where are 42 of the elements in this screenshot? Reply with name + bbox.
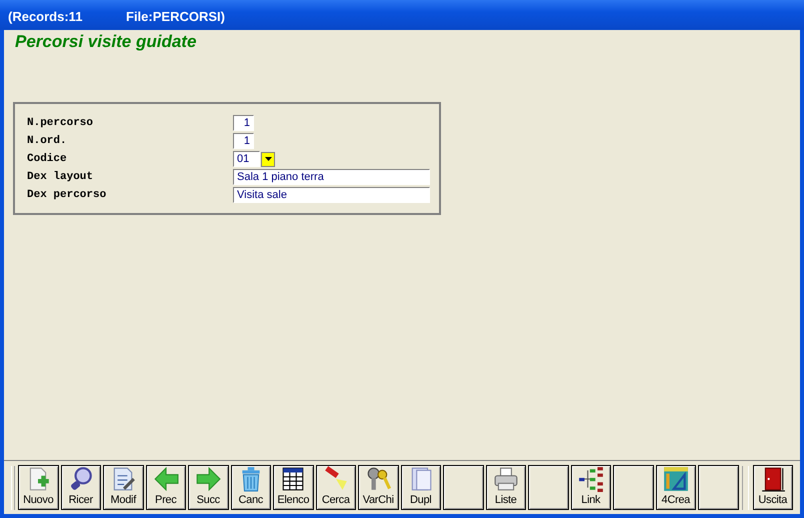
toolbar-button[interactable]	[528, 465, 568, 510]
field-label: Codice	[27, 153, 68, 165]
toolbar-button[interactable]: Elenco	[273, 465, 314, 510]
toolbar-button[interactable]: Succ	[188, 465, 228, 510]
caret-icon	[264, 157, 272, 161]
hierarchy-icon	[578, 466, 604, 492]
field-label: Dex percorso	[27, 189, 108, 201]
toolbar-button[interactable]	[613, 465, 654, 510]
door-icon	[760, 466, 786, 492]
left-arrow-icon	[152, 466, 179, 492]
toolbar-button[interactable]: Prec	[146, 465, 186, 510]
toolbar-button[interactable]	[443, 465, 484, 510]
combo-field[interactable]: 01	[233, 151, 260, 167]
field-label: N.ord.	[27, 135, 68, 147]
input-field[interactable]: Sala 1 piano terra	[233, 169, 430, 185]
toolbar-button[interactable]: Dupl	[400, 465, 441, 510]
toolbar-button[interactable]	[698, 465, 738, 510]
toolbar-button[interactable]: Link	[570, 465, 611, 510]
right-arrow-icon	[195, 466, 222, 492]
toolbar-button[interactable]: Canc	[230, 465, 271, 510]
table-icon	[280, 466, 306, 492]
form-heading: Percorsi visite guidate	[15, 32, 198, 52]
flashlight-icon	[322, 466, 349, 492]
dropdown-button[interactable]	[261, 152, 275, 166]
window-title: File:PERCORSI)	[126, 9, 225, 24]
drawing-tools-icon	[662, 466, 689, 492]
input-field[interactable]: 1	[233, 115, 254, 131]
toolbar-button[interactable]: Modif	[103, 465, 144, 510]
field-label: N.percorso	[27, 117, 94, 129]
printer-icon	[492, 466, 519, 492]
toolbar-button[interactable]: VarChi	[358, 465, 398, 510]
toolbar-button[interactable]: Cerca	[316, 465, 356, 510]
input-field[interactable]: 1	[233, 133, 254, 149]
input-field[interactable]: Visita sale	[233, 187, 430, 203]
keys-icon	[365, 466, 392, 492]
toolbar-button[interactable]: Ricer	[60, 465, 101, 510]
field-label: Dex layout	[27, 171, 94, 183]
window-title: (Records:11	[8, 9, 84, 24]
exit-button[interactable]: Uscita	[752, 465, 793, 510]
toolbar-button[interactable]: Nuovo	[18, 465, 58, 510]
toolbar-button[interactable]: 4Crea	[656, 465, 696, 510]
toolbar-button[interactable]: Liste	[486, 465, 526, 510]
